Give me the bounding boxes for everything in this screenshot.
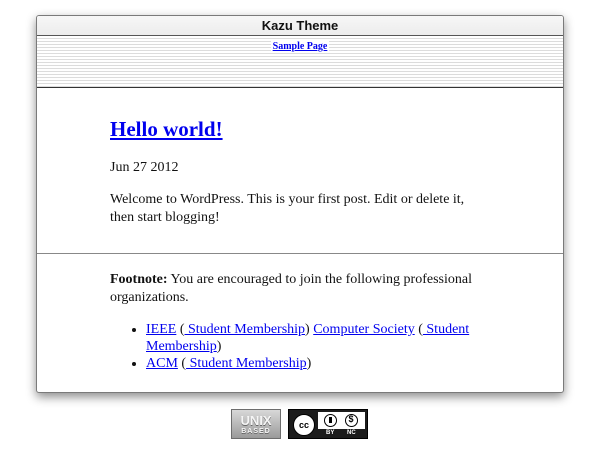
footnote-label: Footnote:: [110, 272, 168, 287]
cc-license-labels: BY NC: [318, 429, 365, 437]
cc-by-label: BY: [326, 430, 335, 436]
cc-icon: cc: [293, 414, 315, 436]
cc-nc-label: NC: [347, 430, 356, 436]
ieee-link[interactable]: IEEE: [146, 322, 176, 337]
unix-badge-sublabel: BASED: [241, 428, 271, 435]
post-date: Jun 27 2012: [110, 160, 179, 175]
footnote: Footnote: You are encouraged to join the…: [37, 254, 563, 372]
window-title: Kazu Theme: [37, 16, 563, 36]
post: Hello world! Jun 27 2012 Welcome to Word…: [37, 88, 563, 254]
list-item: IEEE ( Student Membership) Computer Soci…: [146, 321, 506, 355]
acm-link[interactable]: ACM: [146, 356, 178, 371]
unix-based-badge[interactable]: UNIX BASED: [231, 409, 281, 439]
post-body: Welcome to WordPress. This is your first…: [110, 192, 465, 225]
noncommercial-icon: [345, 414, 358, 427]
org-list: IEEE ( Student Membership) Computer Soci…: [110, 321, 523, 372]
ieee-student-membership-link[interactable]: Student Membership: [185, 322, 305, 337]
nav-link-sample-page[interactable]: Sample Page: [270, 41, 330, 52]
computer-society-link[interactable]: Computer Society: [313, 322, 415, 337]
site-header: Sample Page: [37, 36, 563, 88]
attribution-icon: [324, 414, 337, 427]
list-item: ACM ( Student Membership): [146, 355, 506, 372]
footnote-text: Footnote: You are encouraged to join the…: [110, 271, 500, 307]
unix-badge-label: UNIX: [240, 413, 272, 428]
creative-commons-badge[interactable]: cc BY NC: [288, 409, 368, 439]
acm-student-membership-link[interactable]: Student Membership: [186, 356, 307, 371]
post-title-link[interactable]: Hello world!: [110, 116, 523, 142]
browser-window: Kazu Theme Sample Page Hello world! Jun …: [36, 15, 564, 393]
